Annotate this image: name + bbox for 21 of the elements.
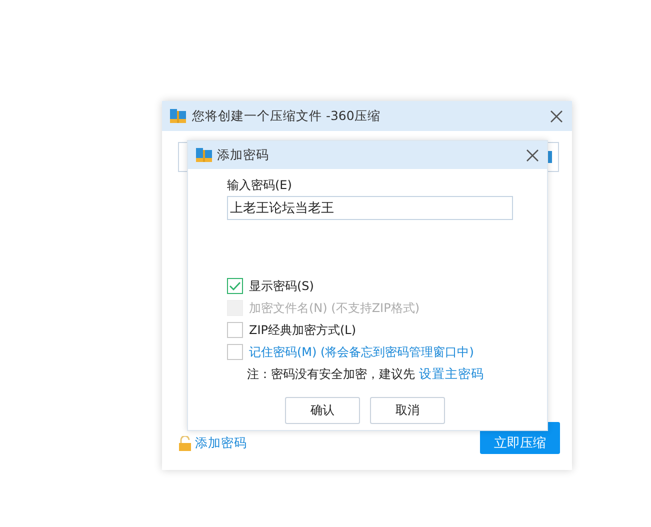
- cancel-button[interactable]: 取消: [370, 397, 445, 424]
- option-label: ZIP经典加密方式(L): [249, 322, 356, 338]
- set-master-password-link[interactable]: 设置主密码: [419, 366, 484, 383]
- checkbox[interactable]: [227, 344, 243, 360]
- option-label: 记住密码(M) (将会备忘到密码管理窗口中): [249, 344, 474, 360]
- checkbox[interactable]: [227, 322, 243, 338]
- option-label: 加密文件名(N) (不支持ZIP格式): [249, 300, 420, 316]
- close-icon[interactable]: [526, 148, 539, 162]
- window-title: 您将创建一个压缩文件 -360压缩: [192, 108, 382, 124]
- option-label: 显示密码(S): [249, 278, 314, 294]
- checkbox[interactable]: [227, 278, 243, 294]
- close-icon[interactable]: [550, 110, 563, 122]
- note-text: 注：密码没有安全加密，建议先: [247, 366, 415, 383]
- password-label: 输入密码(E): [227, 177, 293, 194]
- lock-icon: [178, 436, 192, 451]
- password-field[interactable]: 上老王论坛当老王: [227, 196, 513, 220]
- folder-zip-icon: [196, 148, 212, 162]
- dialog-title: 添加密码: [217, 146, 270, 164]
- confirm-button[interactable]: 确认: [285, 397, 360, 424]
- folder-zip-icon: [170, 109, 186, 123]
- add-password-link[interactable]: 添加密码: [195, 435, 247, 452]
